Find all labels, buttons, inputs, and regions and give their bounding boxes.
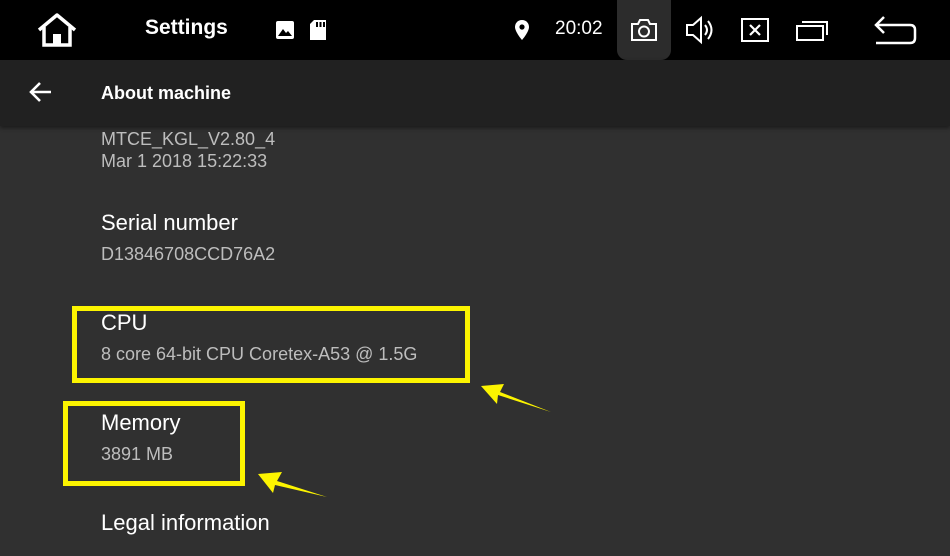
location-icon — [512, 18, 532, 42]
volume-icon — [686, 15, 713, 45]
system-back-button[interactable] — [868, 13, 920, 47]
build-info-item[interactable]: MTCE_KGL_V2.80_4 Mar 1 2018 15:22:33 — [101, 128, 275, 172]
serial-number-value: D13846708CCD76A2 — [101, 244, 276, 264]
close-app-button[interactable] — [738, 15, 772, 45]
memory-highlight-box — [63, 401, 245, 486]
clock: 20:02 — [555, 18, 603, 39]
sd-card-icon — [308, 19, 328, 41]
legal-information-item[interactable]: Legal information — [101, 510, 270, 536]
cpu-highlight-box — [72, 306, 470, 383]
camera-icon — [628, 16, 660, 44]
build-date: Mar 1 2018 15:22:33 — [101, 151, 268, 171]
page-title: About machine — [101, 83, 232, 103]
back-button[interactable] — [22, 74, 58, 110]
image-icon — [274, 20, 296, 40]
arrow-back-icon — [29, 82, 51, 102]
app-bar: About machine — [0, 60, 950, 126]
back-return-icon — [874, 16, 917, 45]
build-version: MTCE_KGL_V2.80_4 — [101, 129, 276, 149]
serial-number-item[interactable]: Serial number D13846708CCD76A2 — [101, 210, 275, 265]
legal-information-title: Legal information — [101, 510, 270, 535]
status-title: Settings — [145, 16, 228, 39]
home-button[interactable] — [34, 10, 80, 50]
recent-apps-icon — [796, 21, 828, 41]
volume-button[interactable] — [683, 14, 719, 46]
serial-number-title: Serial number — [101, 210, 238, 235]
home-icon — [37, 13, 77, 47]
recent-apps-button[interactable] — [792, 15, 832, 45]
close-box-icon — [741, 18, 769, 42]
status-bar: Settings 20:02 — [0, 0, 950, 60]
